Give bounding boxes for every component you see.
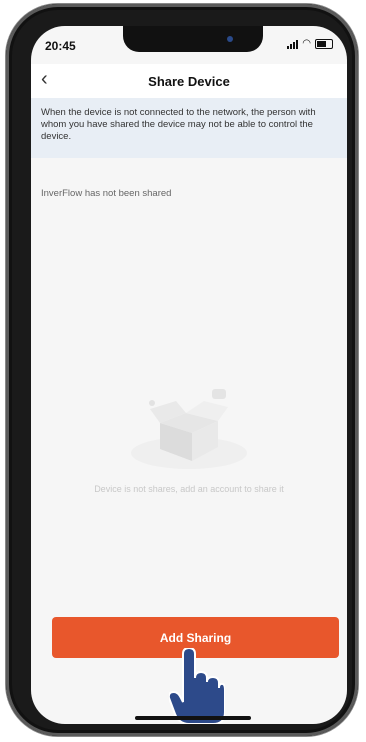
share-status-text: InverFlow has not been shared <box>41 188 172 199</box>
empty-box-icon <box>131 389 247 469</box>
cellular-signal-icon <box>287 39 299 49</box>
status-time: 20:45 <box>45 39 76 53</box>
app-screen: 20:45 ◠ ‹ Share Device When the device i… <box>31 26 347 724</box>
wifi-icon: ◠ <box>302 38 311 49</box>
home-indicator[interactable] <box>135 716 251 720</box>
phone-notch <box>123 26 263 52</box>
network-notice-banner: When the device is not connected to the … <box>31 98 347 158</box>
battery-icon <box>315 39 333 49</box>
empty-state-text: Device is not shares, add an account to … <box>94 484 284 494</box>
camera-icon <box>227 36 233 42</box>
status-icons: ◠ <box>287 39 333 49</box>
page-title: Share Device <box>148 74 230 89</box>
phone-frame: 20:45 ◠ ‹ Share Device When the device i… <box>6 4 358 736</box>
notice-text: When the device is not connected to the … <box>41 107 316 142</box>
navigation-bar: ‹ Share Device <box>31 64 347 98</box>
pointing-hand-icon <box>169 648 225 724</box>
